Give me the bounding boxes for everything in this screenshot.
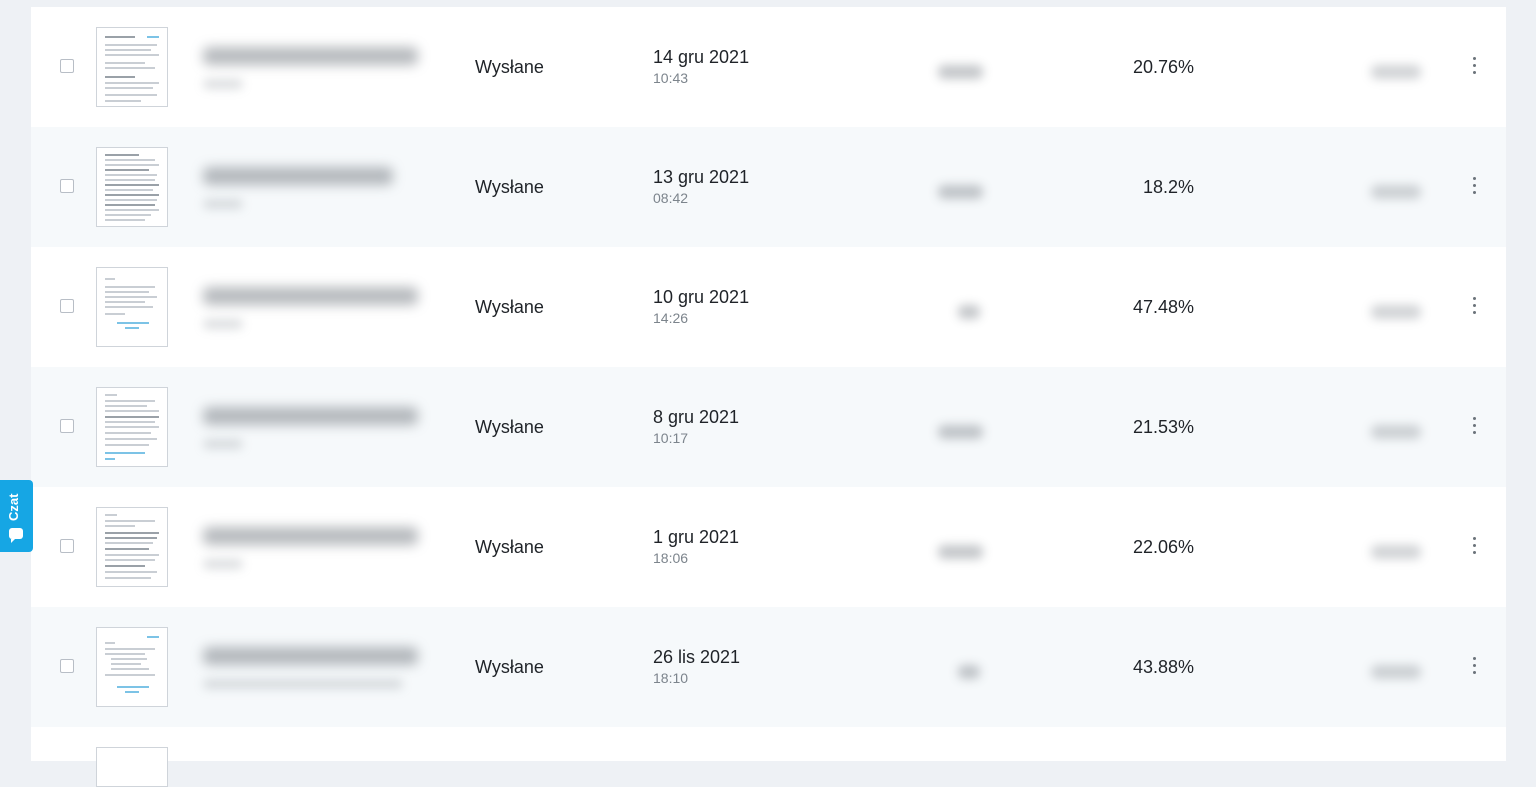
more-options-icon[interactable] <box>1467 55 1483 77</box>
row-checkbox[interactable] <box>60 659 74 673</box>
secondary-metric <box>1371 665 1421 679</box>
campaign-subtitle <box>203 439 243 449</box>
more-options-icon[interactable] <box>1467 295 1483 317</box>
chat-bubble-icon <box>9 528 23 543</box>
status-label: Wysłane <box>475 657 544 677</box>
table-row[interactable]: Wysłane 1 gru 2021 18:06 22.06% <box>31 487 1506 607</box>
open-rate: 20.76% <box>1132 57 1194 77</box>
row-checkbox[interactable] <box>60 179 74 193</box>
status-label: Wysłane <box>475 57 544 77</box>
campaign-name[interactable] <box>203 287 418 305</box>
status-label: Wysłane <box>475 177 544 197</box>
open-rate: 22.06% <box>1132 537 1194 557</box>
email-thumbnail[interactable] <box>96 27 168 107</box>
campaign-subtitle <box>203 559 243 569</box>
campaign-name[interactable] <box>203 527 418 545</box>
send-time: 18:06 <box>653 550 689 566</box>
more-options-icon[interactable] <box>1467 415 1483 437</box>
table-row[interactable]: Wysłane 8 gru 2021 10:17 21.53% <box>31 367 1506 487</box>
chat-button[interactable]: Czat <box>0 480 33 552</box>
row-checkbox[interactable] <box>60 299 74 313</box>
campaign-table: Wysłane 14 gru 2021 10:43 20.76% Wysłane… <box>31 7 1506 787</box>
table-row[interactable]: Wysłane 26 lis 2021 18:10 43.88% <box>31 607 1506 727</box>
send-time: 10:43 <box>653 70 689 86</box>
open-rate: 43.88% <box>1132 657 1194 677</box>
open-rate: 47.48% <box>1132 297 1194 317</box>
secondary-metric <box>1371 185 1421 199</box>
email-thumbnail[interactable] <box>96 387 168 467</box>
recipients-count <box>938 425 983 439</box>
campaign-subtitle <box>203 199 243 209</box>
more-options-icon[interactable] <box>1467 535 1483 557</box>
status-label: Wysłane <box>475 417 544 437</box>
status-label: Wysłane <box>475 537 544 557</box>
campaign-name[interactable] <box>203 407 418 425</box>
email-thumbnail[interactable] <box>96 627 168 707</box>
more-options-icon[interactable] <box>1467 175 1483 197</box>
send-date: 26 lis 2021 <box>653 647 741 667</box>
send-date: 1 gru 2021 <box>653 527 740 547</box>
send-date: 13 gru 2021 <box>653 167 750 187</box>
send-time: 14:26 <box>653 310 689 326</box>
send-date: 8 gru 2021 <box>653 407 740 427</box>
campaign-name[interactable] <box>203 47 418 65</box>
campaign-subtitle <box>203 679 403 689</box>
row-checkbox[interactable] <box>60 59 74 73</box>
open-rate: 21.53% <box>1132 417 1194 437</box>
email-thumbnail[interactable] <box>96 507 168 587</box>
recipients-count <box>958 305 980 319</box>
campaign-name[interactable] <box>203 647 418 665</box>
row-checkbox[interactable] <box>60 419 74 433</box>
secondary-metric <box>1371 305 1421 319</box>
campaign-name[interactable] <box>203 167 393 185</box>
table-row[interactable]: Wysłane 13 gru 2021 08:42 18.2% <box>31 127 1506 247</box>
table-row[interactable] <box>31 727 1506 787</box>
send-date: 14 gru 2021 <box>653 47 750 67</box>
recipients-count <box>958 665 980 679</box>
secondary-metric <box>1371 65 1421 79</box>
status-label: Wysłane <box>475 297 544 317</box>
chat-label: Czat <box>6 493 21 521</box>
email-thumbnail[interactable] <box>96 747 168 787</box>
secondary-metric <box>1371 425 1421 439</box>
send-time: 10:17 <box>653 430 689 446</box>
recipients-count <box>938 65 983 79</box>
table-row[interactable]: Wysłane 14 gru 2021 10:43 20.76% <box>31 7 1506 127</box>
more-options-icon[interactable] <box>1467 655 1483 677</box>
send-time: 18:10 <box>653 670 689 686</box>
recipients-count <box>938 545 983 559</box>
email-thumbnail[interactable] <box>96 147 168 227</box>
campaign-subtitle <box>203 79 243 89</box>
table-row[interactable]: Wysłane 10 gru 2021 14:26 47.48% <box>31 247 1506 367</box>
open-rate: 18.2% <box>1142 177 1194 197</box>
email-thumbnail[interactable] <box>96 267 168 347</box>
row-checkbox[interactable] <box>60 539 74 553</box>
secondary-metric <box>1371 545 1421 559</box>
campaign-subtitle <box>203 319 243 329</box>
send-date: 10 gru 2021 <box>653 287 750 307</box>
send-time: 08:42 <box>653 190 689 206</box>
recipients-count <box>938 185 983 199</box>
